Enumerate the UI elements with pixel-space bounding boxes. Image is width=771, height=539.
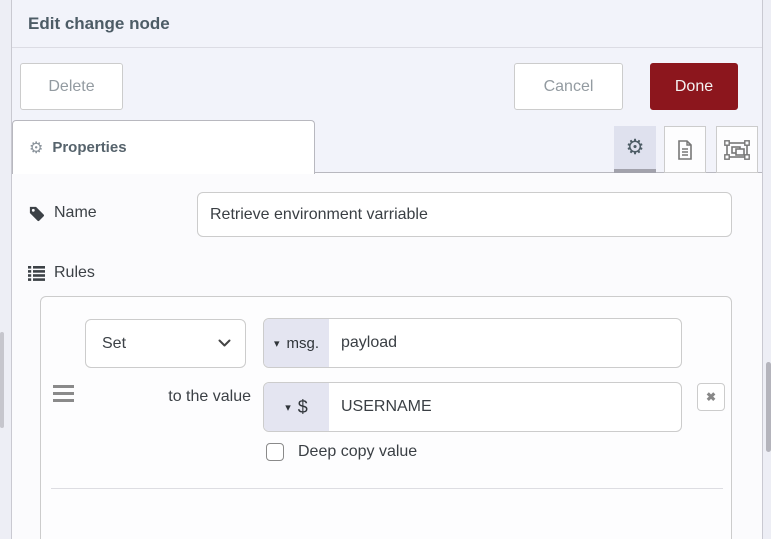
expression-type-label: $ [297,396,308,417]
gear-icon: ⚙ [625,136,645,159]
property-input[interactable] [329,319,681,367]
delete-button[interactable]: Delete [20,63,123,110]
deep-copy-checkbox[interactable] [266,443,284,461]
dialog-header: Edit change node [12,0,762,48]
to-the-value-label: to the value [168,388,251,405]
document-icon [675,139,695,161]
done-button[interactable]: Done [650,63,738,110]
chevron-down-icon [218,339,231,348]
name-field-label: Name [28,204,97,222]
dialog-title: Edit change node [28,13,170,33]
name-label-text: Name [54,204,97,221]
list-icon [28,265,45,281]
gear-icon: ⚙ [29,139,44,157]
close-icon: ✖ [705,390,717,404]
group-selection-icon [724,139,750,161]
properties-toolbar-button[interactable]: ⚙ [614,126,656,173]
description-toolbar-button[interactable] [664,126,706,173]
right-scrollbar-thumb[interactable] [766,362,771,452]
rules-section-label: Rules [28,264,95,282]
rules-container: Set ▾ msg. to the value [40,296,732,539]
editor-tab-bar: ⚙ Properties ⚙ [12,118,762,174]
property-type-label: msg. [286,334,320,352]
value-input[interactable] [329,383,681,431]
dropdown-caret-icon: ▾ [285,401,291,414]
tag-icon [28,205,45,222]
left-scrollbar-thumb[interactable] [0,332,4,428]
rule-action-value: Set [102,334,127,352]
rule-value-typedinput: ▾ $ [263,382,682,432]
cancel-button[interactable]: Cancel [514,63,623,110]
rule-divider [51,488,723,489]
property-type-button[interactable]: ▾ msg. [264,319,329,367]
deep-copy-label: Deep copy value [298,443,418,460]
rules-label-text: Rules [54,264,95,281]
value-type-button[interactable]: ▾ $ [264,383,329,431]
tab-properties[interactable]: ⚙ Properties [12,120,315,174]
dialog-button-bar: Delete Cancel Done [12,48,762,118]
tab-properties-label: Properties [52,139,127,156]
dropdown-caret-icon: ▾ [273,337,280,350]
workspace-left-gutter [0,0,12,539]
dialog-right-gutter [762,0,771,539]
name-input[interactable] [197,192,732,237]
remove-rule-button[interactable]: ✖ [697,383,725,411]
rule-drag-handle[interactable] [53,385,74,402]
rule-action-select[interactable]: Set [85,319,246,368]
appearance-toolbar-button[interactable] [716,126,758,173]
deep-copy-row: Deep copy value [266,443,417,461]
properties-form: Name Rules Set [12,173,762,539]
rule-property-typedinput: ▾ msg. [263,318,682,368]
edit-change-node-dialog: Edit change node Delete Cancel Done ⚙ Pr… [12,0,762,539]
